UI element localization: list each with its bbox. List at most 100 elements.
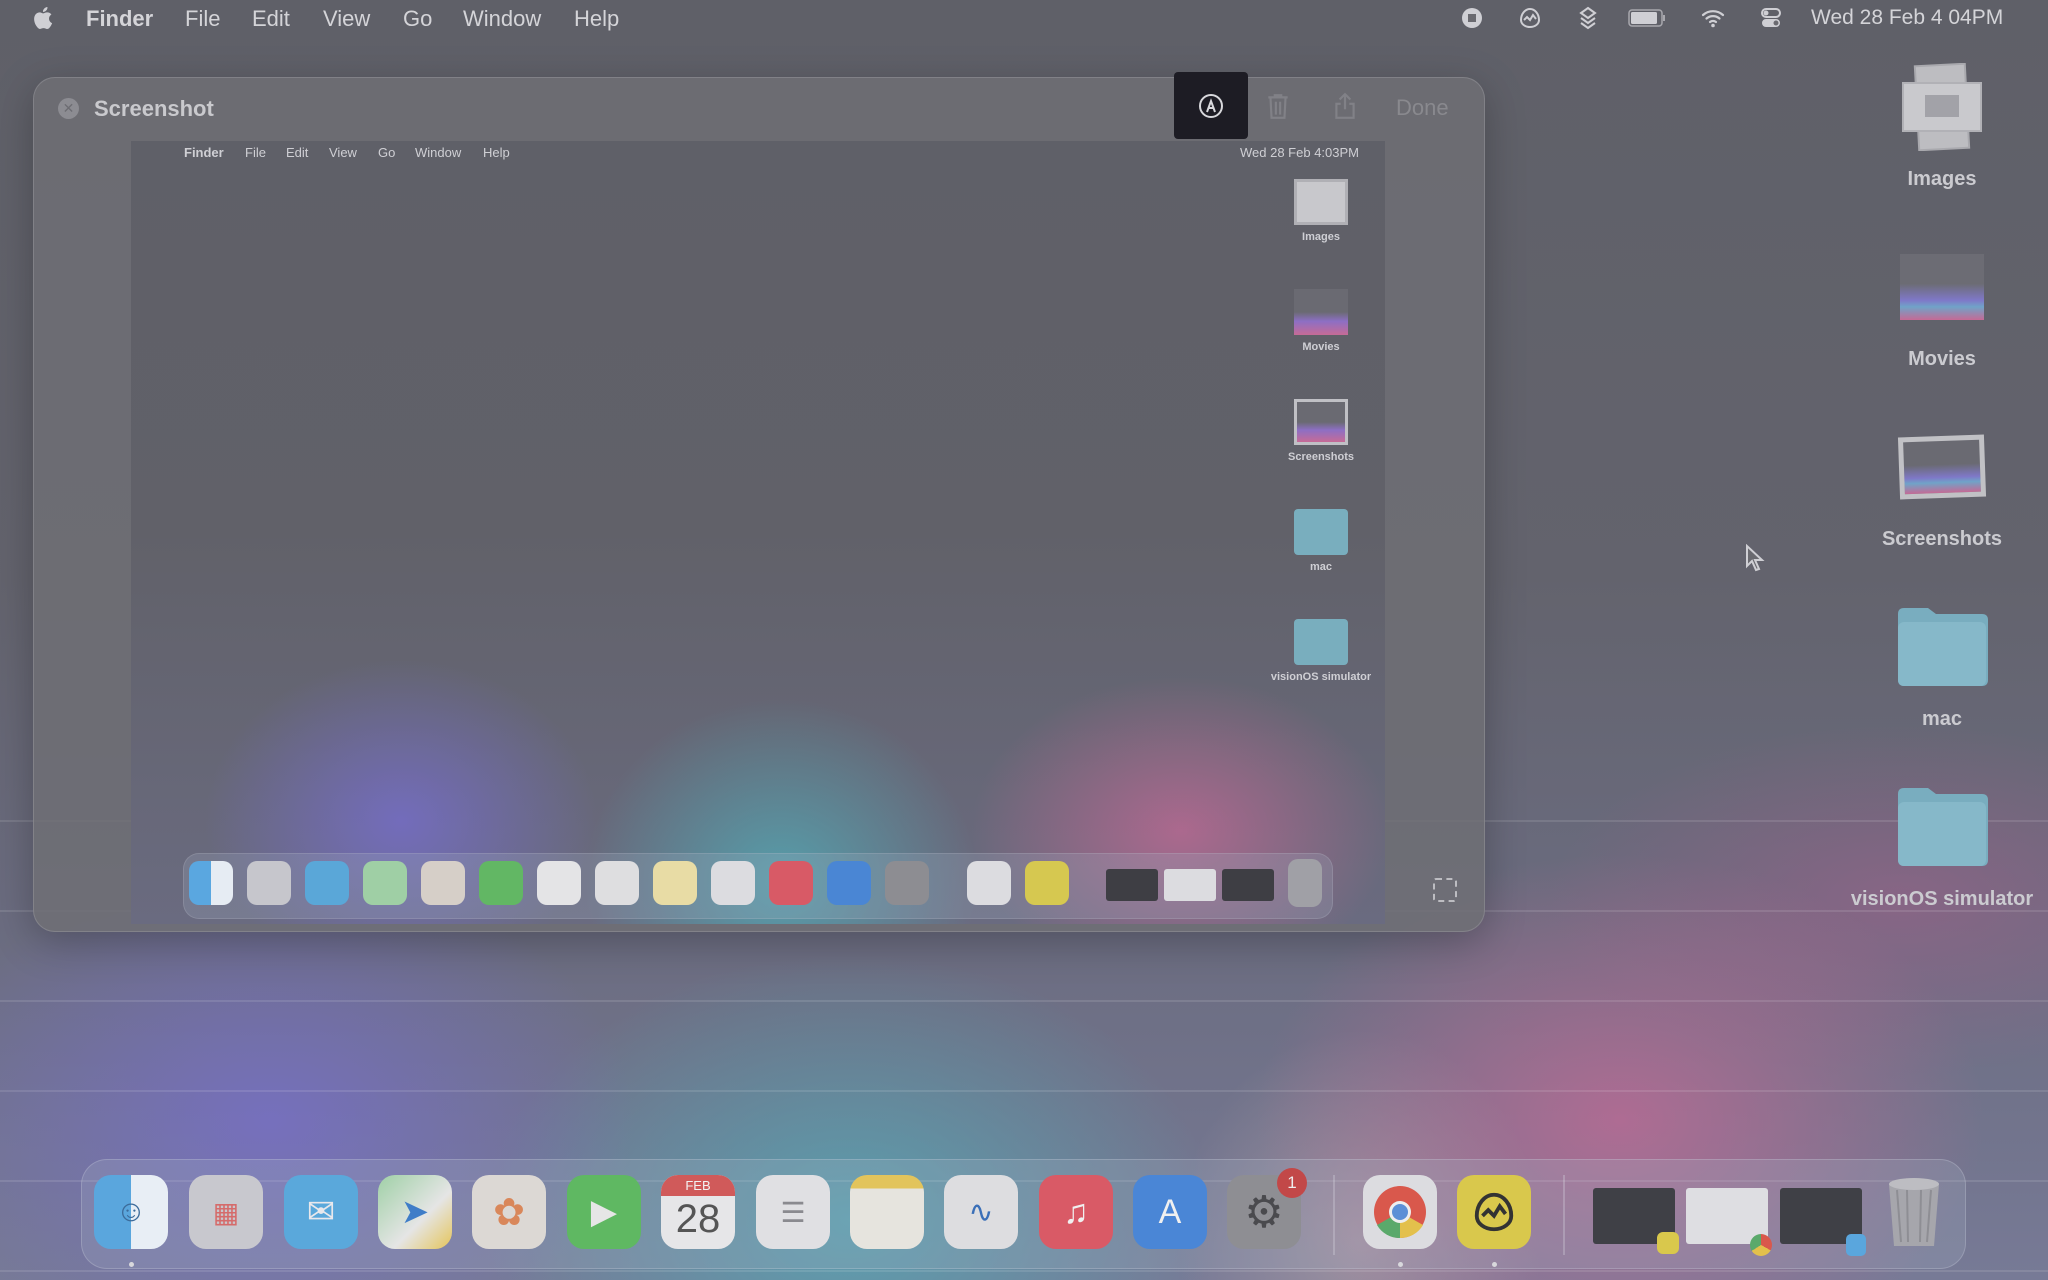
desktop-icon-label: Images (1907, 168, 1977, 190)
thumbnail-dock-window (1164, 869, 1216, 901)
menu-bar: Finder File Edit View Go Window Help Wed… (0, 0, 2048, 36)
dock-trash[interactable] (1877, 1175, 1951, 1249)
dock-separator (1563, 1175, 1565, 1255)
thumbnail-menu-file: File (245, 145, 266, 160)
wifi-icon[interactable] (1700, 6, 1726, 30)
finder-badge-icon (1846, 1234, 1866, 1256)
thumbnail-dock-app (537, 861, 581, 905)
desktop-icon-label: visionOS simulator (1850, 888, 2034, 910)
desktop-icon-mac[interactable]: mac (1842, 592, 2042, 731)
thumbnail-dock-trash (1288, 859, 1322, 907)
thumbnail-desktop-icon: mac (1266, 509, 1376, 573)
desktop-icon-images[interactable]: Images (1842, 52, 2042, 191)
reminders-icon: ☰ (780, 1196, 806, 1228)
window-title: Screenshot (94, 96, 214, 121)
thumbnail-dock-app (595, 861, 639, 905)
thumbnail-desktop-icon: visionOS simulator (1266, 619, 1376, 683)
live-text-scan-icon[interactable] (1433, 878, 1457, 902)
menu-help[interactable]: Help (574, 6, 619, 32)
dock-app-facetime[interactable]: ▶ (567, 1175, 641, 1249)
screenshot-thumbnail[interactable]: Finder File Edit View Go Window Help Wed… (131, 141, 1385, 924)
dock-minimized-window[interactable] (1780, 1188, 1866, 1256)
chrome-badge-icon (1750, 1234, 1772, 1256)
thumbnail-dock-app (189, 861, 233, 905)
thumbnail-dock-app (711, 861, 755, 905)
markup-pen-icon (1199, 93, 1223, 118)
dock-app-app-store[interactable]: A (1133, 1175, 1207, 1249)
dock-app-finder[interactable]: ☺ (94, 1175, 168, 1249)
dock-app-reminders[interactable]: ☰ (756, 1175, 830, 1249)
dock-app-mail[interactable]: ✉ (284, 1175, 358, 1249)
running-indicator (1398, 1262, 1403, 1267)
menu-go[interactable]: Go (403, 6, 432, 32)
thumbnail-menu-go: Go (378, 145, 396, 160)
dock (81, 1159, 1966, 1269)
mouse-cursor-icon (1746, 544, 1765, 572)
thumbnail-menu-window: Window (415, 145, 462, 160)
running-indicator (129, 1262, 134, 1267)
thumbnail-dock-app (885, 861, 929, 905)
folder-icon (1898, 608, 1988, 686)
dock-app-notes[interactable] (850, 1175, 924, 1249)
thumbnail-dock-app (305, 861, 349, 905)
dock-app-chrome[interactable] (1363, 1175, 1437, 1249)
screen-record-icon[interactable] (1459, 6, 1485, 30)
share-icon[interactable] (1332, 92, 1358, 120)
basecamp-badge-icon (1657, 1232, 1679, 1254)
desktop-icon-label: Movies (1908, 348, 1976, 370)
thumbnail-desktop-icon: Movies (1266, 289, 1376, 353)
running-indicator (1492, 1262, 1497, 1267)
desktop-icon-movies[interactable]: Movies (1842, 232, 2042, 371)
menu-clock[interactable]: Wed 28 Feb 4 04PM (1811, 6, 2003, 30)
apple-menu-icon[interactable] (31, 5, 53, 31)
thumbnail-menu-app: Finder (184, 145, 224, 160)
thumbnail-dock (183, 853, 1333, 919)
folder-icon (1898, 788, 1988, 866)
desktop-icon-label: mac (1921, 708, 1963, 730)
movies-icon (1900, 254, 1984, 320)
menu-file[interactable]: File (185, 6, 220, 32)
thumbnail-dock-app (479, 861, 523, 905)
dock-app-music[interactable]: ♫ (1039, 1175, 1113, 1249)
thumbnail-clock: Wed 28 Feb 4:03PM (1240, 145, 1359, 160)
menu-view[interactable]: View (323, 6, 370, 32)
menu-window[interactable]: Window (463, 6, 541, 32)
gear-icon: ⚙ (1244, 1187, 1284, 1237)
dock-app-maps[interactable]: ➤ (378, 1175, 452, 1249)
desktop-icon-visionos-simulator[interactable]: visionOS simulator (1842, 772, 2042, 911)
thumbnail-dock-app (1025, 861, 1069, 905)
thumbnail-dock-app (421, 861, 465, 905)
dock-minimized-window[interactable] (1593, 1188, 1679, 1254)
dock-separator (1333, 1175, 1335, 1255)
basecamp-icon[interactable] (1517, 6, 1543, 30)
desktop-icon-screenshots[interactable]: Screenshots (1842, 412, 2042, 551)
app-store-icon: A (1158, 1192, 1182, 1231)
dock-app-calendar[interactable]: FEB 28 (661, 1175, 735, 1249)
dock-app-basecamp[interactable] (1457, 1175, 1531, 1249)
mail-icon: ✉ (306, 1193, 336, 1231)
menu-edit[interactable]: Edit (252, 6, 290, 32)
chrome-icon (1374, 1186, 1426, 1239)
thumbnail-menu-help: Help (483, 145, 510, 160)
finder-icon: ☺ (115, 1195, 147, 1228)
thumbnail-wallpaper (131, 141, 1385, 924)
dock-minimized-window[interactable] (1686, 1188, 1772, 1256)
thumbnail-dock-window (1106, 869, 1158, 901)
markup-button[interactable] (1174, 72, 1248, 139)
thumbnail-dock-window (1222, 869, 1274, 901)
battery-icon[interactable] (1628, 6, 1668, 30)
close-button[interactable]: ✕ (58, 98, 79, 119)
done-button[interactable]: Done (1396, 95, 1449, 121)
layers-icon[interactable] (1575, 6, 1601, 30)
menu-app-name[interactable]: Finder (86, 6, 153, 32)
control-center-icon[interactable] (1758, 6, 1784, 30)
facetime-icon: ▶ (590, 1193, 618, 1231)
thumbnail-desktop-icon: Images (1266, 179, 1376, 243)
thumbnail-menu-edit: Edit (286, 145, 309, 160)
dock-app-photos[interactable]: ✿ (472, 1175, 546, 1249)
trash-icon[interactable] (1265, 92, 1291, 120)
dock-app-freeform[interactable]: ∿ (944, 1175, 1018, 1249)
thumbnail-dock-app (363, 861, 407, 905)
dock-app-launchpad[interactable]: ▦ (189, 1175, 263, 1249)
thumbnail-menu-bar: Finder File Edit View Go Window Help Wed… (131, 141, 1385, 165)
